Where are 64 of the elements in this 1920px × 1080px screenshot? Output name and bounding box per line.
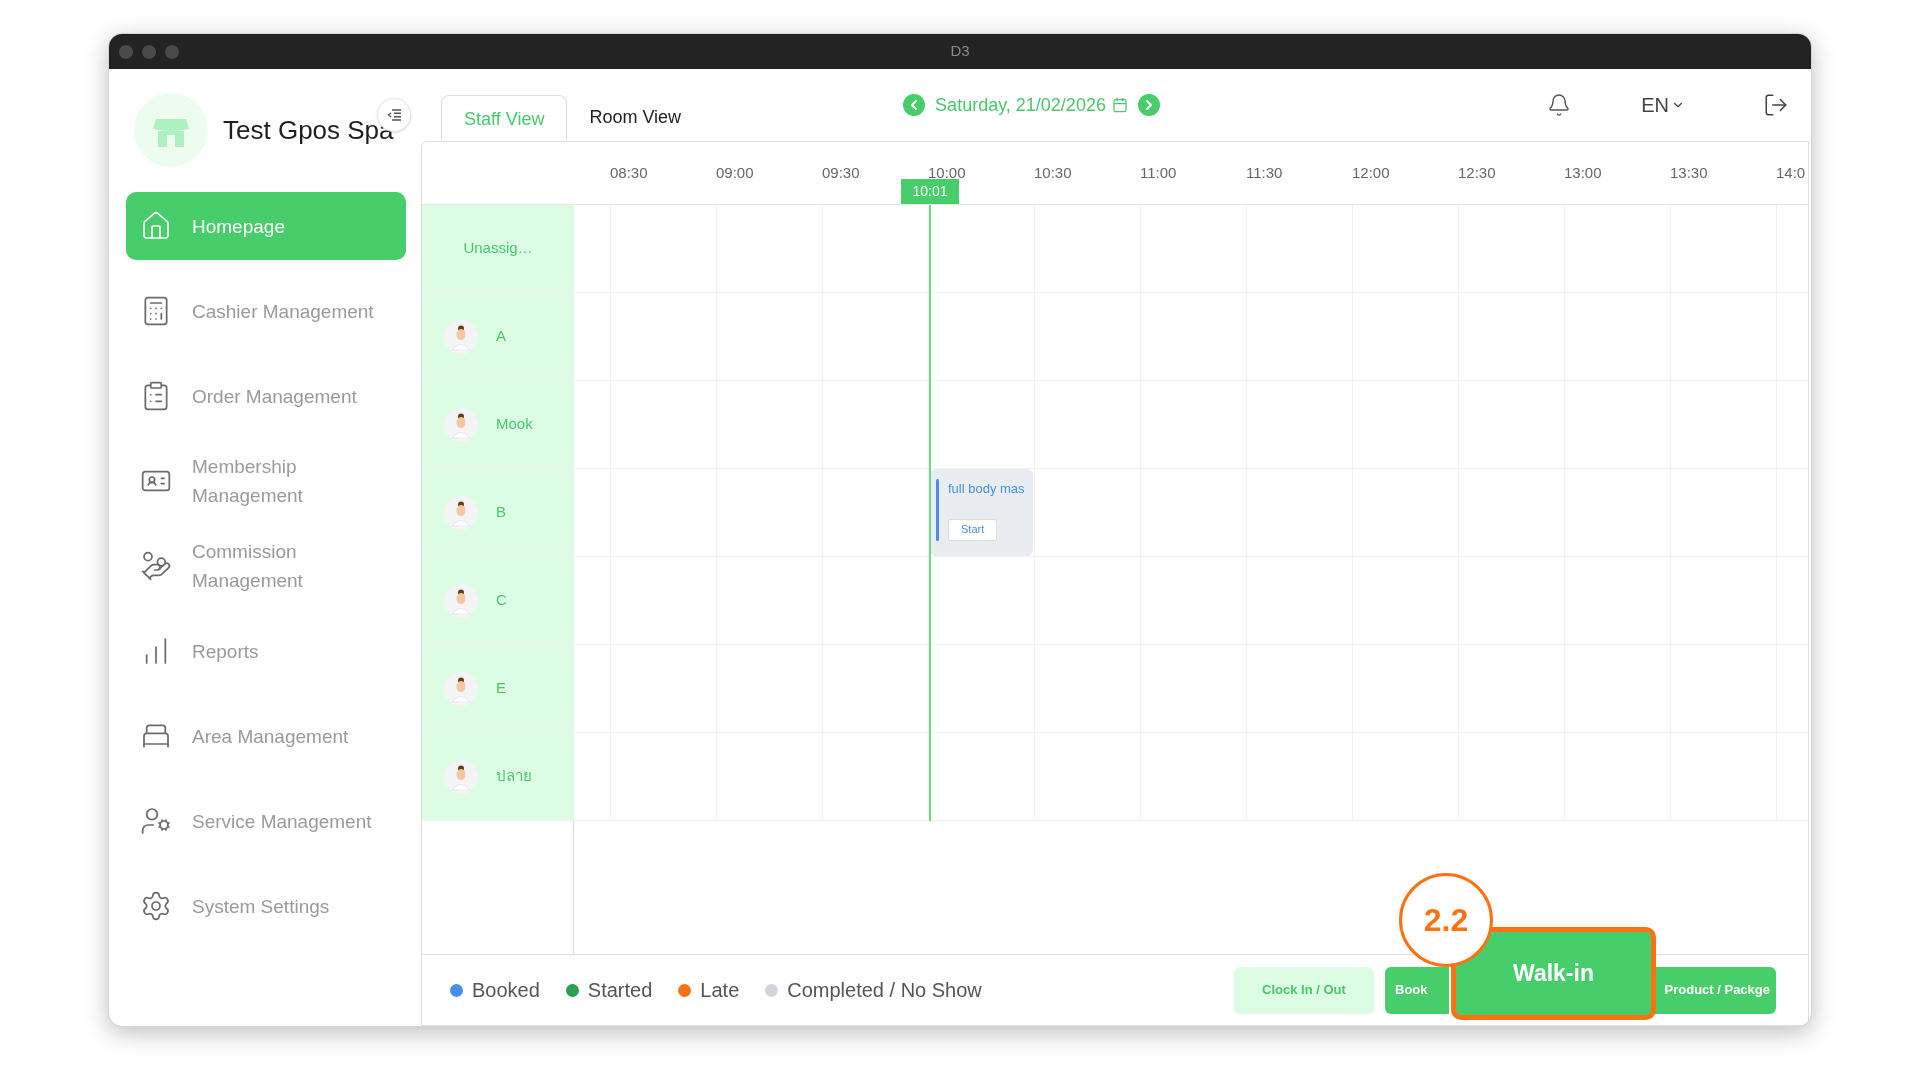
sidebar-item[interactable]: Order Management [126, 362, 406, 430]
staff-name: B [496, 502, 506, 523]
start-button[interactable]: Start [948, 518, 998, 541]
staff-name: E [496, 678, 506, 699]
legend-label: Completed / No Show [787, 978, 982, 1003]
time-label: 11:30 [1246, 164, 1283, 181]
booking-title: full body mas [948, 480, 1025, 498]
sidebar-item[interactable]: Commission Management [126, 532, 406, 600]
avatar-icon [444, 583, 478, 618]
action-button[interactable]: Product / Packge [1654, 966, 1776, 1014]
avatar-icon [444, 759, 478, 794]
window-control[interactable] [119, 44, 133, 59]
settings-icon [140, 890, 172, 922]
time-label: 09:00 [716, 164, 754, 181]
time-label: 12:00 [1352, 164, 1390, 181]
time-label: 14:0 [1776, 164, 1806, 181]
time-label: 11:00 [1140, 164, 1177, 181]
staff-name: Mook [496, 414, 533, 435]
time-label: 12:30 [1458, 164, 1496, 181]
current-time-badge: 10:01 [901, 179, 959, 204]
time-label: 08:30 [610, 164, 648, 181]
time-label: 09:30 [822, 164, 860, 181]
language-selector[interactable]: EN [1641, 90, 1685, 120]
window-control[interactable] [142, 44, 156, 59]
staff-name: ปลาย [496, 766, 532, 787]
legend-label: Late [700, 978, 740, 1003]
sidebar-item[interactable]: Reports [126, 617, 406, 685]
previous-day-button[interactable] [903, 94, 926, 116]
sidebar-item[interactable]: Homepage [126, 192, 406, 260]
date-picker[interactable]: Saturday, 21/02/2026 [935, 91, 1128, 119]
sidebar-item[interactable]: Area Management [126, 702, 406, 770]
legend-label: Booked [472, 978, 540, 1003]
step-number: 2.2 [1399, 873, 1493, 967]
action-button[interactable]: Book [1385, 966, 1449, 1014]
notification-icon[interactable] [1547, 93, 1572, 117]
staff-name: Unassig… [463, 238, 533, 259]
hand-coin-icon [140, 550, 172, 582]
next-day-button[interactable] [1137, 94, 1160, 116]
staff-name: A [496, 326, 506, 347]
sidebar-item[interactable]: Membership Management [126, 447, 406, 515]
time-label: 10:00 [928, 164, 966, 181]
view-tab[interactable]: Staff View [441, 95, 568, 142]
avatar-icon [444, 495, 478, 530]
staff-name: C [496, 590, 507, 611]
window-title: D3 [950, 41, 970, 62]
sidebar-item[interactable]: Service Management [126, 787, 406, 855]
time-label: 13:30 [1670, 164, 1708, 181]
person-gear-icon [140, 805, 172, 837]
sidebar-item[interactable]: System Settings [126, 872, 406, 940]
logout-icon[interactable] [1763, 92, 1789, 118]
window-control[interactable] [165, 44, 179, 59]
legend-label: Started [587, 978, 653, 1003]
sidebar-item[interactable]: Cashier Management [126, 277, 406, 345]
view-tab[interactable]: Room View [567, 94, 704, 141]
avatar-icon [444, 671, 478, 706]
time-label: 10:30 [1034, 164, 1072, 181]
calendar-icon [1111, 97, 1128, 113]
booking-card[interactable]: full body mas Start [930, 469, 1033, 556]
avatar-icon [444, 407, 478, 442]
indent-decrease-icon [387, 109, 401, 121]
house-icon [140, 210, 172, 242]
time-label: 13:00 [1564, 164, 1602, 181]
avatar-icon [444, 319, 478, 354]
action-button[interactable]: Clock In / Out [1234, 966, 1374, 1014]
